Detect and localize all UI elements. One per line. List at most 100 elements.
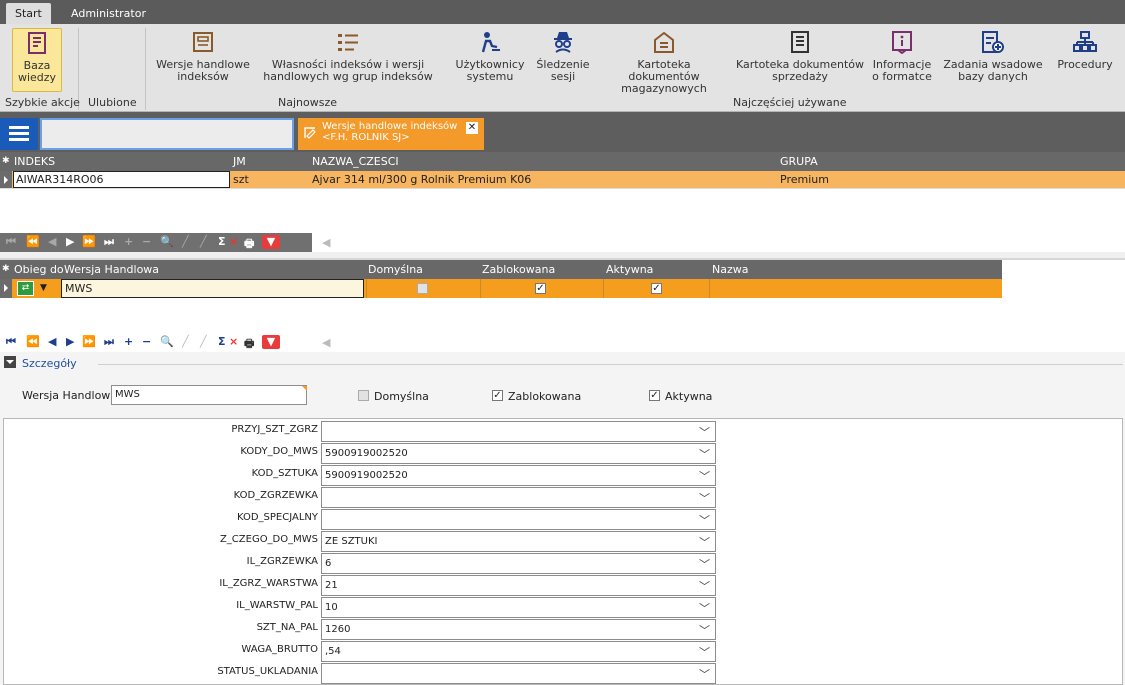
- prev-record-icon[interactable]: ◀: [48, 235, 56, 248]
- attribute-value[interactable]: 21 ﹀: [321, 575, 716, 596]
- procedures-button[interactable]: Procedury: [1052, 28, 1118, 92]
- edit-record-icon[interactable]: ╱: [182, 235, 189, 248]
- clear-sum-icon[interactable]: ×: [229, 235, 238, 248]
- chevron-down-icon[interactable]: ﹀: [699, 665, 710, 684]
- system-users-button[interactable]: Użytkownicy systemu: [450, 28, 530, 92]
- column-header-obieg[interactable]: Obieg do: [14, 260, 64, 279]
- attribute-value[interactable]: ﹀: [321, 421, 716, 442]
- attribute-value[interactable]: ﹀: [321, 509, 716, 530]
- next-record-icon[interactable]: ▶: [66, 235, 74, 248]
- form-info-label: Informacje o formatce: [872, 58, 932, 83]
- index-properties-button[interactable]: Własności indeksów i wersji handlowych w…: [258, 28, 438, 92]
- delete-record-icon[interactable]: −: [142, 235, 151, 248]
- batch-jobs-button[interactable]: Zadania wsadowe bazy danych: [940, 28, 1046, 92]
- first-record-icon[interactable]: ⏮: [6, 335, 16, 349]
- chevron-down-icon[interactable]: ﹀: [699, 643, 710, 662]
- edit-record-icon[interactable]: ╱: [182, 335, 189, 348]
- attribute-value[interactable]: ZE SZTUKI ﹀: [321, 531, 716, 552]
- delete-record-icon[interactable]: −: [142, 335, 151, 348]
- column-header-indeks[interactable]: INDEKS: [14, 152, 55, 171]
- prev-page-icon[interactable]: ⏪: [26, 335, 40, 348]
- print-icon[interactable]: 🖶: [244, 235, 254, 254]
- column-header-zablokowana[interactable]: Zablokowana: [482, 260, 555, 279]
- next-page-icon[interactable]: ⏩: [82, 335, 96, 348]
- scroll-left-icon[interactable]: ◀: [322, 333, 342, 352]
- sum-icon[interactable]: Σ: [218, 235, 226, 248]
- chevron-down-icon[interactable]: ﹀: [699, 489, 710, 508]
- aktywna-checkbox[interactable]: ✓: [651, 283, 662, 294]
- attribute-value[interactable]: 10 ﹀: [321, 597, 716, 618]
- tab-start[interactable]: Start: [6, 3, 51, 24]
- attribute-value-text: 5900919002520: [325, 470, 408, 481]
- attribute-value[interactable]: ﹀: [321, 487, 716, 508]
- column-header-grupa[interactable]: GRUPA: [780, 152, 818, 171]
- chevron-down-icon[interactable]: ﹀: [699, 599, 710, 618]
- search-record-icon[interactable]: 🔍: [160, 235, 174, 248]
- column-header-domyslna[interactable]: Domyślna: [368, 260, 423, 279]
- filter-icon[interactable]: ▼: [262, 235, 280, 249]
- details-zablokowana-checkbox[interactable]: ✓: [492, 390, 503, 401]
- wersja-input[interactable]: MWS: [111, 385, 307, 405]
- next-page-icon[interactable]: ⏩: [82, 235, 96, 248]
- column-header-jm[interactable]: JM: [233, 152, 246, 171]
- domyslna-checkbox[interactable]: [417, 283, 428, 294]
- warehouse-docs-button[interactable]: Kartoteka dokumentów magazynowych: [600, 28, 728, 95]
- chevron-down-icon[interactable]: ﹀: [699, 511, 710, 530]
- trade-versions-button[interactable]: Wersje handlowe indeksów: [155, 28, 251, 92]
- column-header-nazwa[interactable]: NAZWA_CZESCI: [312, 152, 399, 171]
- column-header-wersja[interactable]: Wersja Handlowa: [64, 260, 159, 279]
- column-header-aktywna[interactable]: Aktywna: [606, 260, 653, 279]
- scroll-left-icon[interactable]: ◀: [322, 233, 342, 252]
- sales-docs-button[interactable]: Kartoteka dokumentów sprzedaży: [735, 28, 865, 92]
- session-tracking-button[interactable]: Śledzenie sesji: [533, 28, 593, 92]
- document-tab-trade-versions[interactable]: Wersje handlowe indeksów <F.H. ROLNIK SJ…: [298, 118, 484, 150]
- table-row[interactable]: ⇄ ▼ MWS ✓ ✓: [0, 279, 1002, 298]
- add-record-icon[interactable]: +: [124, 235, 133, 248]
- chevron-down-icon[interactable]: ﹀: [699, 621, 710, 640]
- attribute-value[interactable]: ﹀: [321, 663, 716, 684]
- chevron-down-icon[interactable]: ﹀: [699, 467, 710, 486]
- attribute-value[interactable]: 5900919002520 ﹀: [321, 443, 716, 464]
- details-domyslna-checkbox[interactable]: [358, 390, 369, 401]
- collapse-details-icon[interactable]: [4, 356, 16, 368]
- attribute-value[interactable]: 1260 ﹀: [321, 619, 716, 640]
- column-header-nazwa[interactable]: Nazwa: [712, 260, 748, 279]
- attribute-value[interactable]: ,54 ﹀: [321, 641, 716, 662]
- attribute-row: PRZYJ_SZT_ZGRZ ﹀: [4, 421, 1122, 443]
- add-record-icon[interactable]: +: [124, 335, 133, 348]
- attribute-value[interactable]: 6 ﹀: [321, 553, 716, 574]
- attribute-value[interactable]: 5900919002520 ﹀: [321, 465, 716, 486]
- first-record-icon[interactable]: ⏮: [6, 235, 16, 249]
- cancel-edit-icon[interactable]: ╱: [200, 335, 207, 348]
- wersja-cell-editor[interactable]: [61, 279, 364, 298]
- dropdown-chevron-icon[interactable]: ▼: [40, 281, 58, 296]
- last-record-icon[interactable]: ⏭: [104, 335, 114, 349]
- tab-administrator[interactable]: Administrator: [62, 3, 155, 24]
- zablokowana-checkbox[interactable]: ✓: [535, 283, 546, 294]
- menu-button[interactable]: [0, 118, 38, 150]
- chevron-down-icon[interactable]: ﹀: [699, 555, 710, 574]
- filter-icon[interactable]: ▼: [262, 335, 280, 349]
- form-info-button[interactable]: Informacje o formatce: [870, 28, 934, 92]
- last-record-icon[interactable]: ⏭: [104, 235, 114, 249]
- table-row[interactable]: AIWAR314RO06 szt Ajvar 314 ml/300 g Roln…: [0, 171, 1125, 188]
- chevron-down-icon[interactable]: ﹀: [699, 423, 710, 442]
- details-aktywna-checkbox[interactable]: ✓: [649, 390, 660, 401]
- cancel-edit-icon[interactable]: ╱: [200, 235, 207, 248]
- search-input[interactable]: [40, 118, 294, 150]
- knowledge-base-button[interactable]: Baza wiedzy: [12, 28, 62, 92]
- chevron-down-icon[interactable]: ﹀: [699, 533, 710, 552]
- prev-record-icon[interactable]: ◀: [48, 335, 56, 348]
- close-tab-icon[interactable]: ✕: [466, 122, 478, 134]
- knowledge-base-icon: [28, 32, 46, 54]
- chevron-down-icon[interactable]: ﹀: [699, 577, 710, 596]
- details-title[interactable]: Szczegóły: [22, 357, 77, 370]
- next-record-icon[interactable]: ▶: [66, 335, 74, 348]
- hamburger-icon: [9, 132, 29, 135]
- workflow-icon[interactable]: ⇄: [17, 281, 34, 296]
- prev-page-icon[interactable]: ⏪: [26, 235, 40, 248]
- chevron-down-icon[interactable]: ﹀: [699, 445, 710, 464]
- clear-sum-icon[interactable]: ×: [229, 335, 238, 348]
- search-record-icon[interactable]: 🔍: [160, 335, 174, 348]
- sum-icon[interactable]: Σ: [218, 335, 226, 348]
